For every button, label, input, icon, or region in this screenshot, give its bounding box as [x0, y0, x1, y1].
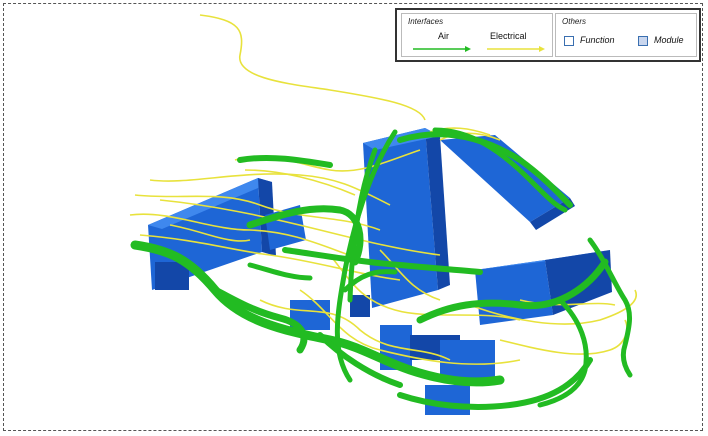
- vehicle-architecture-3d-view: [129, 14, 637, 415]
- legend-interfaces-title: Interfaces: [408, 17, 444, 26]
- legend: Interfaces Air Electrical Others Functio…: [395, 8, 701, 62]
- legend-air-label: Air: [438, 31, 449, 41]
- module-square-icon: [638, 36, 648, 46]
- legend-electrical-label: Electrical: [490, 31, 527, 41]
- legend-others-title: Others: [562, 17, 587, 26]
- function-square-icon: [564, 36, 574, 46]
- legend-others-group: Others Function Module: [555, 13, 697, 57]
- module-lid-top: [440, 135, 570, 222]
- legend-module-label: Module: [654, 35, 684, 45]
- legend-function-label: Function: [580, 35, 615, 45]
- electrical-arrow-icon: [487, 46, 545, 52]
- module-lower-6: [350, 295, 370, 317]
- air-arrow-icon: [413, 46, 471, 52]
- legend-interfaces-group: Interfaces Air Electrical: [401, 13, 553, 57]
